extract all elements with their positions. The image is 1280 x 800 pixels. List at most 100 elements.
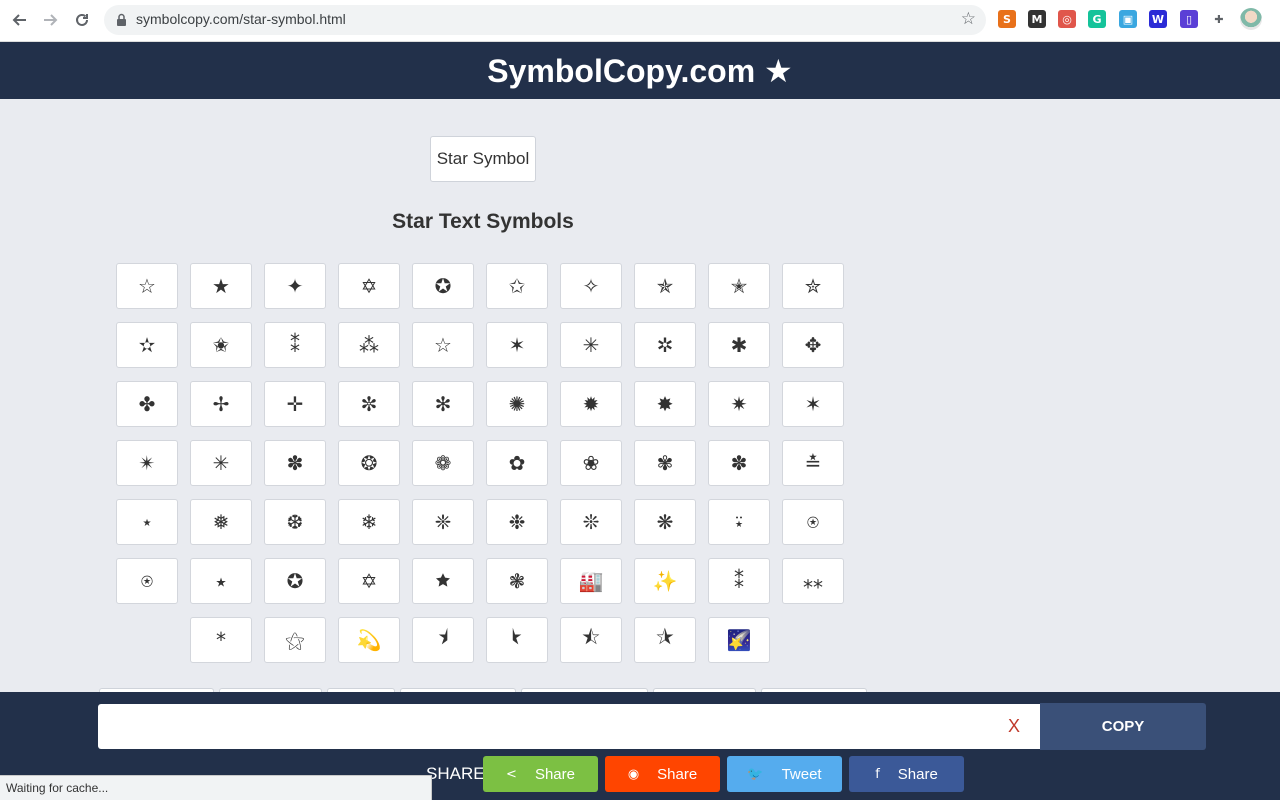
back-arrow-icon[interactable] xyxy=(6,7,32,33)
symbol-button[interactable]: ⁂ xyxy=(338,322,400,368)
symbol-button[interactable]: ✪ xyxy=(264,558,326,604)
symbol-button[interactable]: ✯ xyxy=(634,263,696,309)
symbol-button[interactable]: ⁑ xyxy=(708,558,770,604)
symbol-button[interactable]: ⯨ xyxy=(412,617,474,663)
symbol-row: * ⚝ 💫 ⯨ ⯩ ⯪ ⯫ 🌠 xyxy=(116,617,856,676)
symbol-button[interactable]: ⯪ xyxy=(560,617,622,663)
reload-icon[interactable] xyxy=(69,7,95,33)
copy-input[interactable] xyxy=(98,704,1040,749)
symbol-button[interactable]: ✺ xyxy=(486,381,548,427)
symbol-button[interactable]: ✡ xyxy=(338,263,400,309)
bookmark-star-icon[interactable]: ☆ xyxy=(961,9,976,29)
status-bubble: Waiting for cache... xyxy=(0,775,432,800)
reddit-icon: ◉ xyxy=(628,767,639,782)
forward-arrow-icon[interactable] xyxy=(38,7,64,33)
symbol-button[interactable]: ✾ xyxy=(634,440,696,486)
symbol-button[interactable]: ❉ xyxy=(486,499,548,545)
symbol-button[interactable]: ☆ xyxy=(116,263,178,309)
symbol-button[interactable]: ✽ xyxy=(708,440,770,486)
grammarly-extension-icon[interactable]: G xyxy=(1088,10,1106,28)
symbol-button[interactable]: ⁑ xyxy=(264,322,326,368)
symbol-button[interactable]: ⭑ xyxy=(190,558,252,604)
symbol-button[interactable]: ⋆ xyxy=(116,499,178,545)
symbol-button[interactable]: ✻ xyxy=(412,381,474,427)
symbol-button[interactable]: ⚝ xyxy=(264,617,326,663)
symbol-button[interactable]: ✡ xyxy=(338,558,400,604)
symbol-button[interactable]: ❋ xyxy=(634,499,696,545)
symbol-button[interactable]: ✨ xyxy=(634,558,696,604)
symbol-button[interactable]: ✤ xyxy=(116,381,178,427)
share-label: SHARE xyxy=(426,764,485,784)
symbol-button[interactable]: ✶ xyxy=(486,322,548,368)
symbol-button[interactable]: ⯫ xyxy=(634,617,696,663)
symbol-button[interactable]: ★ xyxy=(190,263,252,309)
symbol-button[interactable]: ✿ xyxy=(486,440,548,486)
symbol-button[interactable]: ✪ xyxy=(412,263,474,309)
symbol-button[interactable]: ✴ xyxy=(116,440,178,486)
symbol-button[interactable]: ❊ xyxy=(560,499,622,545)
reddit-share-button[interactable]: ◉ Share xyxy=(605,756,720,792)
symbol-button[interactable]: ✲ xyxy=(634,322,696,368)
tweet-button[interactable]: 🐦Tweet xyxy=(727,756,842,792)
symbol-button[interactable]: ✳ xyxy=(560,322,622,368)
symbol-button[interactable]: ✧ xyxy=(560,263,622,309)
symbol-button[interactable]: ✸ xyxy=(634,381,696,427)
symbol-button[interactable]: ✥ xyxy=(782,322,844,368)
symbol-button[interactable]: ❀ xyxy=(560,440,622,486)
symbol-button[interactable]: ✭ xyxy=(708,263,770,309)
symbol-button[interactable]: ✢ xyxy=(190,381,252,427)
symbol-button[interactable]: ⁎⁎ xyxy=(782,558,844,604)
symbol-button[interactable]: ✦ xyxy=(264,263,326,309)
section-title: Star Text Symbols xyxy=(330,210,636,234)
symbol-button[interactable]: 🟊 xyxy=(412,558,474,604)
symbol-button[interactable]: ✽ xyxy=(264,440,326,486)
symbol-button[interactable]: ☆ xyxy=(412,322,474,368)
symbol-row: ✫ ✬ ⁑ ⁂ ☆ ✶ ✳ ✲ ✱ ✥ xyxy=(116,322,856,381)
address-bar[interactable]: symbolcopy.com/star-symbol.html ☆ xyxy=(104,5,986,35)
symbol-button[interactable]: ⍟ xyxy=(782,499,844,545)
profile-avatar[interactable] xyxy=(1240,8,1262,30)
m-extension-icon[interactable]: M xyxy=(1028,10,1046,28)
symbol-button[interactable]: ❁ xyxy=(412,440,474,486)
symbol-button[interactable]: 💫 xyxy=(338,617,400,663)
symbol-button[interactable]: * xyxy=(190,617,252,663)
site-title[interactable]: SymbolCopy.com ★ xyxy=(487,52,792,90)
lock-icon xyxy=(116,13,127,27)
facebook-share-button[interactable]: fShare xyxy=(849,756,964,792)
symbol-button[interactable]: ⍟ xyxy=(116,558,178,604)
cube-extension-icon[interactable]: ▣ xyxy=(1119,10,1137,28)
star-symbol-button[interactable]: Star Symbol xyxy=(430,136,536,182)
symbol-row: ✤ ✢ ✛ ✼ ✻ ✺ ✹ ✸ ✷ ✶ xyxy=(116,381,856,440)
symbol-button[interactable]: ✳ xyxy=(190,440,252,486)
symbol-button[interactable]: ❃ xyxy=(486,558,548,604)
symbol-button[interactable]: ✮ xyxy=(782,263,844,309)
symbol-button[interactable]: ✼ xyxy=(338,381,400,427)
symbol-button[interactable]: ✶ xyxy=(782,381,844,427)
puzzle-extension-icon[interactable]: ✚ xyxy=(1210,10,1228,28)
symbol-button[interactable]: ❅ xyxy=(190,499,252,545)
symbol-button[interactable]: ✷ xyxy=(708,381,770,427)
copy-button[interactable]: COPY xyxy=(1040,703,1206,750)
symbol-button[interactable]: ✹ xyxy=(560,381,622,427)
symbol-button[interactable]: 🏭 xyxy=(560,558,622,604)
symbol-button[interactable]: ❆ xyxy=(264,499,326,545)
clear-button[interactable]: X xyxy=(1008,716,1020,737)
document-extension-icon[interactable]: ▯ xyxy=(1180,10,1198,28)
symbol-button[interactable]: ⍣ xyxy=(708,499,770,545)
share-button-label: Share xyxy=(657,766,697,783)
symbol-button[interactable]: 🌠 xyxy=(708,617,770,663)
symbol-button[interactable]: ✱ xyxy=(708,322,770,368)
symbol-button[interactable]: ✬ xyxy=(190,322,252,368)
shopping-extension-icon[interactable]: S xyxy=(998,10,1016,28)
symbol-button[interactable]: ❄ xyxy=(338,499,400,545)
symbol-button[interactable]: ≛ xyxy=(782,440,844,486)
symbol-button[interactable]: ❈ xyxy=(412,499,474,545)
symbol-button[interactable]: ⯩ xyxy=(486,617,548,663)
target-extension-icon[interactable]: ◎ xyxy=(1058,10,1076,28)
symbol-button[interactable]: ✛ xyxy=(264,381,326,427)
symbol-button[interactable]: ✫ xyxy=(116,322,178,368)
symbol-button[interactable]: ✩ xyxy=(486,263,548,309)
w-extension-icon[interactable]: W xyxy=(1149,10,1167,28)
symbol-button[interactable]: ❂ xyxy=(338,440,400,486)
share-button[interactable]: <Share xyxy=(483,756,598,792)
